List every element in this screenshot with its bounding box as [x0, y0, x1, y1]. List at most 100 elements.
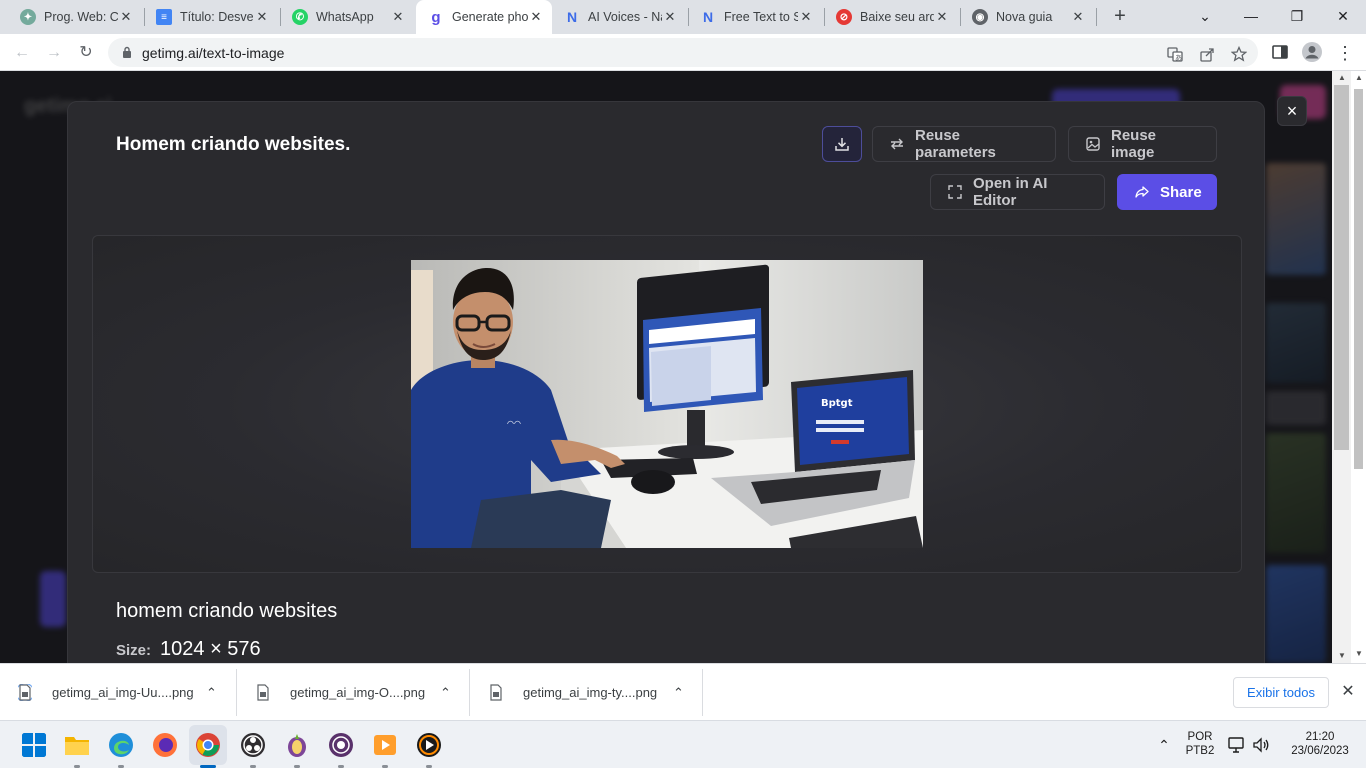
edge-icon[interactable]: [108, 732, 134, 758]
forward-button[interactable]: →: [41, 40, 67, 66]
firefox-icon[interactable]: [152, 732, 178, 758]
obs-icon[interactable]: [240, 732, 266, 758]
share-page-icon[interactable]: [1199, 46, 1215, 62]
back-button[interactable]: ←: [9, 40, 35, 66]
chevron-up-icon[interactable]: ⌃: [440, 685, 451, 701]
download-filename: getimg_ai_img-ty....png: [523, 685, 658, 700]
modal-close-button[interactable]: ×: [1277, 96, 1307, 126]
clock-date: 23/06/2023: [1291, 745, 1349, 757]
share-button[interactable]: Share: [1117, 174, 1217, 210]
tab-title: Nova guia: [996, 10, 1053, 24]
tab-separator: [1096, 8, 1097, 26]
generated-image[interactable]: Bptgt ◠◠: [411, 260, 923, 548]
window-close-button[interactable]: ✕: [1320, 0, 1366, 34]
browser-tab-download-site[interactable]: ⊘ Baixe seu arq ✕: [824, 0, 958, 34]
address-bar[interactable]: getimg.ai/text-to-image あ: [108, 38, 1258, 67]
bookmark-star-icon[interactable]: [1231, 46, 1247, 62]
close-icon[interactable]: ✕: [1070, 9, 1086, 25]
lock-icon: [123, 46, 131, 58]
close-icon[interactable]: ✕: [118, 9, 134, 25]
show-hidden-icons-chevron-icon[interactable]: ⌃: [1154, 721, 1174, 768]
windows-start-icon[interactable]: [21, 732, 47, 758]
browser-toolbar: ← → ↻ getimg.ai/text-to-image あ ⋮: [0, 34, 1366, 71]
browser-tab-getimg[interactable]: g Generate pho ✕: [416, 0, 552, 34]
close-icon[interactable]: ✕: [528, 9, 544, 25]
browser-menu-button[interactable]: ⋮: [1332, 40, 1358, 66]
background-thumbnail: [1266, 163, 1326, 275]
expand-icon: [948, 185, 962, 199]
chrome-taskbar-icon[interactable]: [195, 732, 221, 758]
windows-taskbar: ⌃ POR PTB2 21:20 23/06/2023: [0, 720, 1366, 768]
browser-tab-strip: ✦ Prog. Web: Cr ✕ ≡ Título: Desver ✕ ✆ W…: [0, 0, 1366, 34]
profile-avatar-icon[interactable]: [1301, 41, 1323, 63]
reload-button[interactable]: ↻: [73, 40, 99, 66]
tab-title: WhatsApp: [316, 10, 374, 24]
show-all-downloads-button[interactable]: Exibir todos: [1233, 677, 1329, 708]
network-icon[interactable]: [1228, 737, 1246, 753]
repeat-icon: [891, 138, 903, 150]
chevron-up-icon[interactable]: ⌃: [673, 685, 684, 701]
download-separator: [469, 669, 470, 716]
side-panel-icon[interactable]: [1270, 42, 1290, 62]
maximize-button[interactable]: ❐: [1274, 0, 1320, 34]
close-icon[interactable]: ✕: [254, 9, 270, 25]
close-icon[interactable]: ✕: [390, 9, 406, 25]
close-icon[interactable]: ✕: [934, 9, 950, 25]
download-button[interactable]: [822, 126, 862, 162]
tab-title: Prog. Web: Cr: [44, 10, 118, 24]
scroll-up-arrow-icon[interactable]: ▲: [1335, 71, 1349, 85]
reuse-image-button[interactable]: Reuse image: [1068, 126, 1217, 162]
tab-title: Generate pho: [452, 10, 528, 24]
new-tab-button[interactable]: +: [1108, 5, 1132, 29]
tab-title: Free Text to S: [724, 10, 798, 24]
page-scrollbar[interactable]: ▲ ▼ ▲ ▼: [1332, 71, 1366, 663]
shirt-logo-text: ◠◠: [507, 419, 521, 428]
video-editor-icon[interactable]: [372, 732, 398, 758]
tor-onion-icon[interactable]: [328, 732, 354, 758]
file-explorer-icon[interactable]: [64, 732, 90, 758]
size-label: Size:: [116, 642, 152, 659]
browser-tab-docs[interactable]: ≡ Título: Desver ✕: [144, 0, 278, 34]
scroll-down-arrow-icon[interactable]: ▼: [1335, 649, 1349, 663]
browser-tab-new[interactable]: ◉ Nova guia ✕: [960, 0, 1094, 34]
close-icon[interactable]: ✕: [798, 9, 814, 25]
tab-title: AI Voices - Na: [588, 10, 662, 24]
background-generate-button: [40, 571, 66, 627]
reuse-parameters-button[interactable]: Reuse parameters: [872, 126, 1056, 162]
open-ai-editor-button[interactable]: Open in AI Editor: [930, 174, 1105, 210]
download-item[interactable]: getimg_ai_img-ty....png ⌃: [489, 664, 702, 721]
close-icon[interactable]: ✕: [662, 9, 678, 25]
web-content: getimg.ai Homem criando websites. Reuse …: [0, 71, 1332, 663]
background-thumbnail: [1266, 433, 1326, 553]
download-filename: getimg_ai_img-O....png: [290, 685, 426, 700]
inner-scrollbar-thumb[interactable]: [1334, 85, 1349, 450]
chevron-up-icon[interactable]: ⌃: [206, 685, 217, 701]
browser-tab-whatsapp[interactable]: ✆ WhatsApp ✕: [280, 0, 414, 34]
browser-tab-chatgpt[interactable]: ✦ Prog. Web: Cr ✕: [8, 0, 142, 34]
browser-tab-text-to-speech[interactable]: N Free Text to S ✕: [688, 0, 822, 34]
minimize-button[interactable]: —: [1228, 0, 1274, 34]
browser-tab-ai-voices[interactable]: N AI Voices - Na ✕: [552, 0, 686, 34]
tor-browser-icon[interactable]: [284, 732, 310, 758]
download-separator: [702, 669, 703, 716]
reuse-parameters-label: Reuse parameters: [915, 127, 996, 161]
laptop-screen-text: Bptgt: [821, 398, 853, 409]
scroll-up-arrow-icon[interactable]: ▲: [1352, 73, 1366, 82]
media-player-icon[interactable]: [416, 732, 442, 758]
tab-search-button[interactable]: ⌄: [1182, 0, 1228, 34]
tab-title: Título: Desver: [180, 10, 254, 24]
scroll-down-arrow-icon[interactable]: ▼: [1352, 649, 1366, 658]
n-icon: N: [566, 9, 578, 25]
background-thumbnail: [1266, 565, 1326, 663]
window-scrollbar-thumb[interactable]: [1354, 89, 1363, 469]
size-row: Size: 1024 × 576: [116, 638, 261, 661]
clock[interactable]: 21:20 23/06/2023: [1280, 721, 1360, 768]
window-scrollbar[interactable]: ▲ ▼: [1351, 71, 1366, 663]
download-item[interactable]: getimg_ai_img-Uu....png ⌃: [18, 664, 236, 721]
download-icon: [835, 138, 849, 151]
close-downloads-bar-icon[interactable]: ✕: [1338, 682, 1358, 702]
volume-icon[interactable]: [1252, 737, 1270, 753]
download-item[interactable]: getimg_ai_img-O....png ⌃: [256, 664, 469, 721]
translate-icon[interactable]: あ: [1167, 46, 1183, 62]
language-indicator[interactable]: POR PTB2: [1180, 721, 1220, 768]
